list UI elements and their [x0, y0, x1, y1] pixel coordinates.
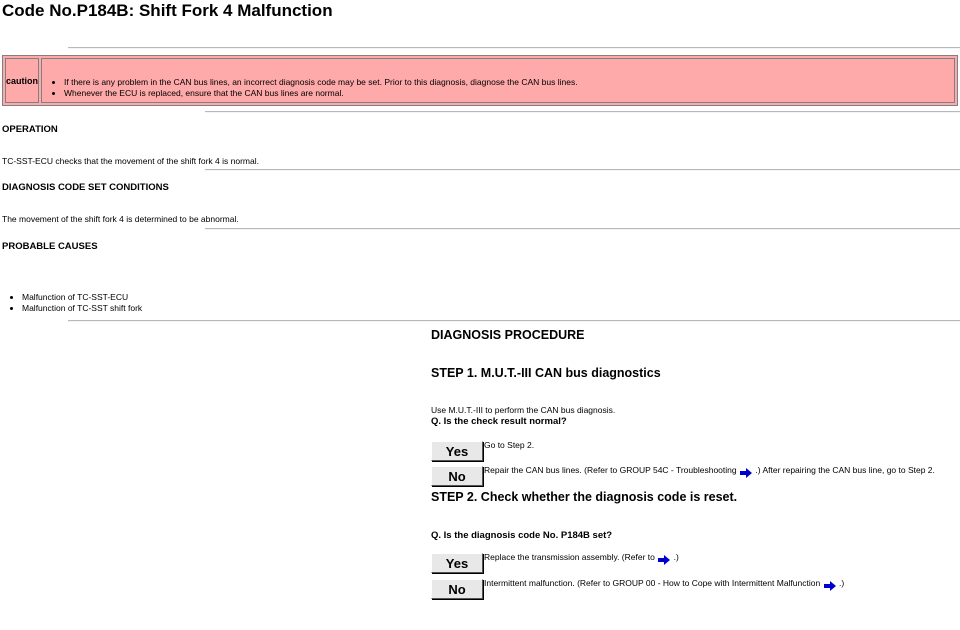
caution-body: If there is any problem in the CAN bus l… — [41, 58, 955, 103]
step1-yes-text: Go to Step 2. — [484, 440, 535, 450]
step1-no-text-b: .) After repairing the CAN bus line, go … — [755, 465, 935, 475]
causes-list: Malfunction of TC-SST-ECU Malfunction of… — [22, 292, 142, 314]
conditions-heading: DIAGNOSIS CODE SET CONDITIONS — [2, 182, 169, 193]
caution-item: If there is any problem in the CAN bus l… — [64, 77, 578, 88]
divider — [68, 320, 960, 322]
step1-yes-button[interactable]: Yes — [431, 441, 483, 461]
conditions-text: The movement of the shift fork 4 is dete… — [2, 214, 239, 224]
operation-heading: OPERATION — [2, 124, 58, 135]
divider — [205, 228, 960, 230]
step2-question: Q. Is the diagnosis code No. P184B set? — [431, 530, 613, 541]
causes-heading: PROBABLE CAUSES — [2, 241, 98, 252]
divider — [205, 111, 960, 113]
step2-no-button[interactable]: No — [431, 579, 483, 599]
step1-question: Q. Is the check result normal? — [431, 416, 567, 427]
step2-yes-text-a: Replace the transmission assembly. (Refe… — [484, 552, 655, 562]
step1-no-button[interactable]: No — [431, 466, 483, 486]
link-arrow-icon[interactable] — [739, 467, 753, 479]
caution-label: caution — [5, 58, 39, 103]
caution-item: Whenever the ECU is replaced, ensure tha… — [64, 88, 578, 99]
link-arrow-icon[interactable] — [823, 580, 837, 592]
step2-no-text-b: .) — [838, 578, 845, 588]
caution-list: If there is any problem in the CAN bus l… — [64, 77, 578, 99]
step2-yes-button[interactable]: Yes — [431, 553, 483, 573]
step1-no-text: Repair the CAN bus lines. (Refer to GROU… — [484, 465, 935, 479]
caution-box: caution If there is any problem in the C… — [2, 55, 958, 106]
step2-yes-text-b: .) — [673, 552, 679, 562]
step2-title: STEP 2. Check whether the diagnosis code… — [431, 490, 738, 504]
operation-text: TC-SST-ECU checks that the movement of t… — [2, 156, 259, 166]
link-arrow-icon[interactable] — [657, 554, 671, 566]
step1-no-text-a: Repair the CAN bus lines. (Refer to GROU… — [484, 465, 737, 475]
step2-no-text-a: Intermittent malfunction. (Refer to GROU… — [484, 578, 821, 588]
page-title: Code No.P184B: Shift Fork 4 Malfunction — [2, 1, 333, 20]
divider — [68, 47, 960, 49]
divider — [205, 169, 960, 171]
step1-title: STEP 1. M.U.T.-III CAN bus diagnostics — [431, 366, 661, 380]
step1-instruction: Use M.U.T.-III to perform the CAN bus di… — [431, 405, 616, 415]
list-item: Malfunction of TC-SST-ECU — [22, 292, 142, 303]
step2-yes-text: Replace the transmission assembly. (Refe… — [484, 552, 679, 566]
procedure-heading: DIAGNOSIS PROCEDURE — [431, 328, 585, 342]
step2-no-text: Intermittent malfunction. (Refer to GROU… — [484, 578, 844, 592]
list-item: Malfunction of TC-SST shift fork — [22, 303, 142, 314]
